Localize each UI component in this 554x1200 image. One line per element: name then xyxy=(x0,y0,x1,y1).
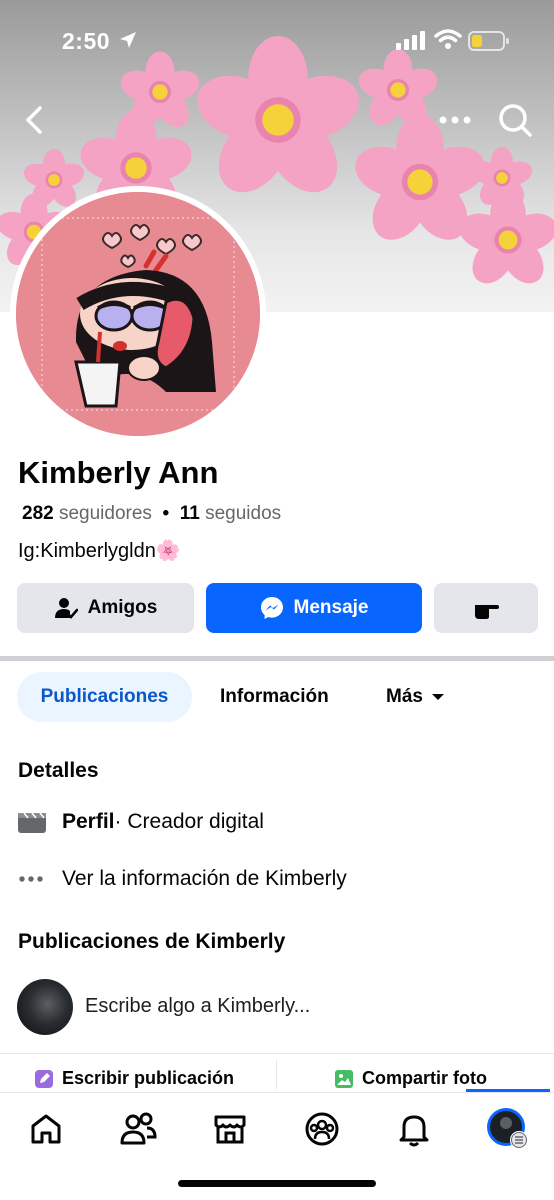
posts-title: Publicaciones de Kimberly xyxy=(18,930,286,953)
message-label: Mensaje xyxy=(293,597,369,618)
composer-input[interactable]: Escribe algo a Kimberly... xyxy=(85,995,310,1018)
detail-profile-value: · Creador digital xyxy=(114,810,264,833)
detail-profile-label: Perfil xyxy=(62,810,115,833)
follow-stats[interactable]: 282 seguidores • 11 seguidos xyxy=(22,503,281,525)
notifications-icon xyxy=(399,1115,429,1147)
poke-hand-icon xyxy=(475,605,499,619)
friends-icon xyxy=(120,1112,157,1145)
profile-tabs: Publicaciones Información Más xyxy=(0,672,554,724)
stats-separator: • xyxy=(162,503,170,524)
profile-avatar[interactable] xyxy=(10,186,266,442)
clapperboard-icon xyxy=(18,812,46,833)
profile-menu-icon xyxy=(487,1108,528,1149)
share-photo-label: Compartir foto xyxy=(362,1068,487,1088)
cellular-signal-icon xyxy=(396,31,425,50)
caret-down-icon xyxy=(431,694,444,700)
followers-count: 282 xyxy=(22,503,54,524)
following-count: 11 xyxy=(179,503,200,524)
edit-icon xyxy=(35,1069,53,1088)
profile-name: Kimberly Ann xyxy=(18,455,219,490)
see-info-label: Ver la información de Kimberly xyxy=(62,867,347,890)
nav-notifications[interactable] xyxy=(392,1107,436,1151)
photo-icon xyxy=(335,1069,353,1088)
battery-icon xyxy=(468,31,509,51)
avatar-illustration xyxy=(16,192,260,436)
write-post-button[interactable]: Escribir publicación xyxy=(34,1068,234,1089)
status-bar: 2:50 xyxy=(0,0,554,80)
wifi-icon xyxy=(434,29,462,49)
more-options-icon[interactable] xyxy=(438,108,472,132)
profile-bio: Ig:Kimberlygldn🌸 xyxy=(18,540,181,562)
section-divider xyxy=(0,656,554,661)
message-button[interactable]: Mensaje xyxy=(206,583,422,633)
status-time: 2:50 xyxy=(62,28,111,54)
more-actions-button[interactable] xyxy=(434,583,538,633)
nav-friends[interactable] xyxy=(116,1107,160,1151)
ellipsis-icon xyxy=(19,876,43,882)
composer-avatar[interactable] xyxy=(17,979,73,1035)
marketplace-icon xyxy=(214,1115,246,1144)
home-indicator xyxy=(178,1180,376,1187)
followers-label: seguidores xyxy=(58,503,152,524)
search-icon[interactable] xyxy=(496,100,534,140)
friends-button[interactable]: Amigos xyxy=(17,583,194,633)
following-label: seguidos xyxy=(205,503,282,524)
groups-icon xyxy=(305,1112,339,1146)
nav-home[interactable] xyxy=(24,1107,68,1151)
tab-mas[interactable]: Más xyxy=(386,672,445,722)
messenger-icon xyxy=(260,597,283,619)
nav-marketplace[interactable] xyxy=(208,1107,252,1151)
nav-groups[interactable] xyxy=(300,1107,344,1151)
actions-separator xyxy=(276,1060,277,1089)
nav-profile-menu[interactable] xyxy=(486,1107,530,1151)
friends-label: Amigos xyxy=(87,597,158,618)
details-title: Detalles xyxy=(18,759,99,782)
share-photo-button[interactable]: Compartir foto xyxy=(334,1068,487,1089)
tab-publicaciones[interactable]: Publicaciones xyxy=(17,672,192,722)
detail-see-info[interactable]: Ver la información de Kimberly xyxy=(18,867,347,891)
detail-profile: Perfil · Creador digital xyxy=(18,810,264,834)
tab-informacion[interactable]: Información xyxy=(220,672,329,722)
friend-check-icon xyxy=(54,598,78,619)
write-post-label: Escribir publicación xyxy=(62,1068,235,1088)
back-arrow-icon[interactable] xyxy=(20,100,50,140)
tab-mas-label: Más xyxy=(386,686,423,707)
location-arrow-icon xyxy=(120,32,136,48)
home-icon xyxy=(31,1114,61,1144)
post-actions-bar: Escribir publicación Compartir foto xyxy=(0,1053,554,1089)
